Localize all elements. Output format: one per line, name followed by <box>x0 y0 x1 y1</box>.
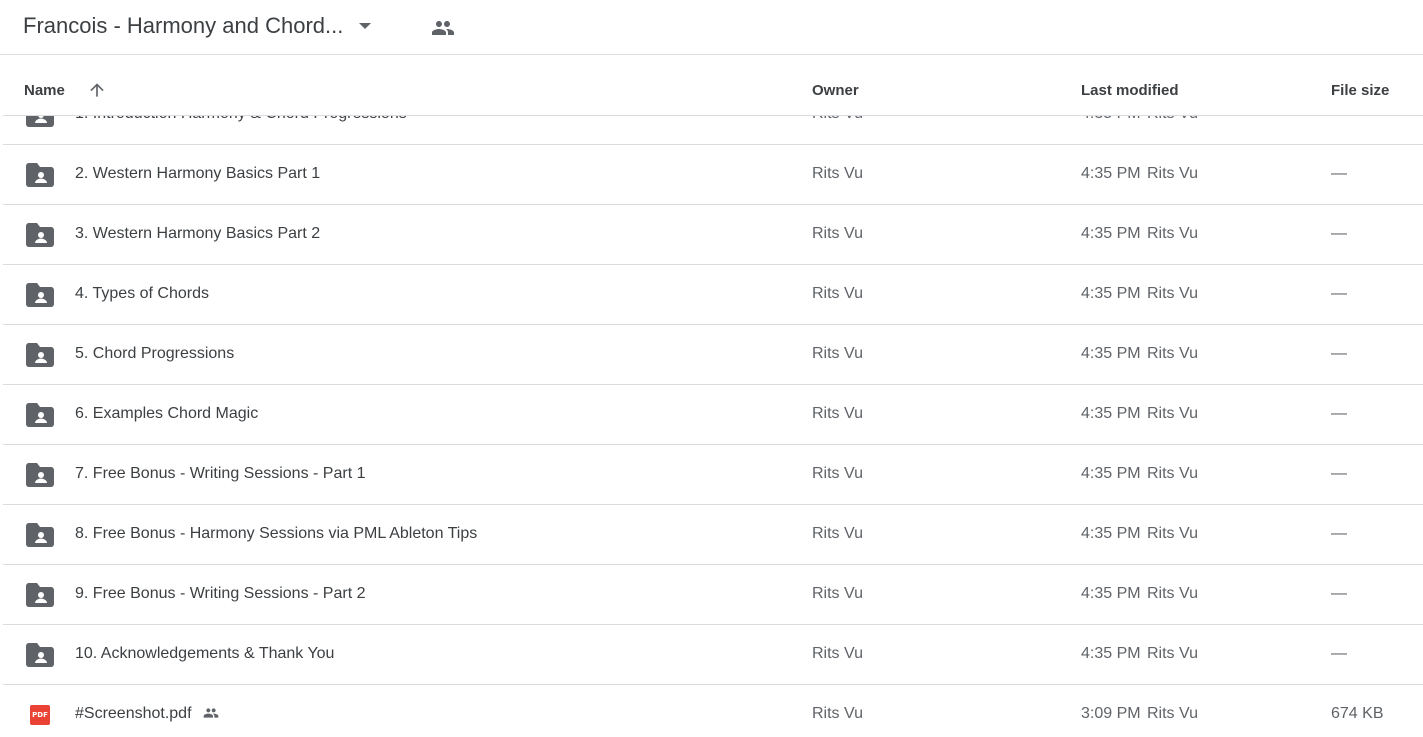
row-file-size: — <box>1331 285 1347 302</box>
table-row[interactable]: 9. Free Bonus - Writing Sessions - Part … <box>3 565 1423 625</box>
column-last-modified-header[interactable]: Last modified <box>1081 82 1179 99</box>
table-row[interactable]: 7. Free Bonus - Writing Sessions - Part … <box>3 445 1423 505</box>
shared-folder-icon <box>26 343 54 367</box>
row-owner: Rits Vu <box>812 465 863 482</box>
row-modified-time: 3:09 PM <box>1081 705 1141 722</box>
row-owner: Rits Vu <box>812 705 863 722</box>
row-modified-by: Rits Vu <box>1147 645 1198 662</box>
shared-folder-icon <box>26 403 54 427</box>
row-name[interactable]: 10. Acknowledgements & Thank You <box>75 645 334 663</box>
row-owner: Rits Vu <box>812 165 863 182</box>
table-row[interactable]: 3. Western Harmony Basics Part 2 Rits Vu 4… <box>3 205 1423 265</box>
row-name[interactable]: 2. Western Harmony Basics Part 1 <box>75 165 320 183</box>
row-name[interactable]: 5. Chord Progressions <box>75 345 234 363</box>
row-name[interactable]: 4. Types of Chords <box>75 285 209 303</box>
row-modified-time: 4:35 PM <box>1081 225 1141 242</box>
row-file-size: — <box>1331 585 1347 602</box>
row-name-text: 6. Examples Chord Magic <box>75 405 259 422</box>
row-file-size: — <box>1331 345 1347 362</box>
row-owner: Rits Vu <box>812 345 863 362</box>
row-name[interactable]: 8. Free Bonus - Harmony Sessions via PML… <box>75 525 477 543</box>
row-file-size: — <box>1331 645 1347 662</box>
pdf-icon: PDF <box>30 705 50 725</box>
row-modified-by: Rits Vu <box>1147 225 1198 242</box>
row-modified-time: 4:35 PM <box>1081 285 1141 302</box>
table-row[interactable]: 5. Chord Progressions Rits Vu 4:35 PM Rits … <box>3 325 1423 385</box>
row-modified-by: Rits Vu <box>1147 705 1198 722</box>
row-owner: Rits Vu <box>812 585 863 602</box>
people-icon <box>200 705 222 721</box>
top-bar: Francois - Harmony and Chord... <box>0 0 1423 55</box>
row-file-size: — <box>1331 465 1347 482</box>
row-modified-by: Rits Vu <box>1147 345 1198 362</box>
table-row[interactable]: 8. Free Bonus - Harmony Sessions via PML… <box>3 505 1423 565</box>
row-file-size: — <box>1331 225 1347 242</box>
table-row[interactable]: 6. Examples Chord Magic Rits Vu 4:35 PM Rit… <box>3 385 1423 445</box>
row-name[interactable]: 7. Free Bonus - Writing Sessions - Part … <box>75 465 365 483</box>
shared-folder-icon <box>26 583 54 607</box>
row-name-text: 5. Chord Progressions <box>75 345 235 362</box>
folder-title: Francois - Harmony and Chord... <box>23 13 344 38</box>
shared-folder-icon <box>26 283 54 307</box>
row-modified-by: Rits Vu <box>1147 525 1198 542</box>
table-row[interactable]: 2. Western Harmony Basics Part 1 Rits Vu 4… <box>3 145 1423 205</box>
row-owner: Rits Vu <box>812 285 863 302</box>
row-modified-by: Rits Vu <box>1147 165 1198 182</box>
row-name-text: 10. Acknowledgements & Thank You <box>75 645 335 662</box>
shared-folder-icon <box>26 223 54 247</box>
row-name[interactable]: 9. Free Bonus - Writing Sessions - Part … <box>75 585 365 603</box>
column-header-bar: Name Owner Last modified File size <box>3 56 1423 116</box>
row-name[interactable]: 3. Western Harmony Basics Part 2 <box>75 225 320 243</box>
caret-down-icon <box>359 23 372 29</box>
row-name-text: 8. Free Bonus - Harmony Sessions via PML… <box>75 525 478 542</box>
row-modified-time: 4:35 PM <box>1081 525 1141 542</box>
row-name-text: 4. Types of Chords <box>75 285 209 302</box>
row-modified-by: Rits Vu <box>1147 285 1198 302</box>
row-name[interactable]: 6. Examples Chord Magic <box>75 405 258 423</box>
shared-folder-icon <box>26 163 54 187</box>
row-modified-time: 4:35 PM <box>1081 465 1141 482</box>
column-file-size-header[interactable]: File size <box>1331 82 1389 99</box>
row-modified-time: 4:35 PM <box>1081 405 1141 422</box>
row-owner: Rits Vu <box>812 525 863 542</box>
row-owner: Rits Vu <box>812 645 863 662</box>
row-name-text: 7. Free Bonus - Writing Sessions - Part … <box>75 465 366 482</box>
row-modified-time: 4:35 PM <box>1081 645 1141 662</box>
row-modified-by: Rits Vu <box>1147 465 1198 482</box>
arrow-up-icon[interactable] <box>87 80 107 100</box>
people-icon[interactable] <box>431 16 455 40</box>
row-modified-time: 4:35 PM <box>1081 165 1141 182</box>
column-owner-header[interactable]: Owner <box>812 82 859 99</box>
folder-title-dropdown[interactable]: Francois - Harmony and Chord... <box>23 10 372 42</box>
row-name-text: 9. Free Bonus - Writing Sessions - Part … <box>75 585 366 602</box>
column-name-header[interactable]: Name <box>24 82 65 99</box>
table-row[interactable]: PDF #Screenshot.pdf Rits Vu 3:09 PM Rits Vu 6… <box>3 685 1423 737</box>
shared-folder-icon <box>26 523 54 547</box>
row-name-text: #Screenshot.pdf <box>75 705 192 722</box>
file-list: 1. Introduction Harmony & Chord Progress… <box>3 85 1423 737</box>
row-file-size: — <box>1331 405 1347 422</box>
table-row[interactable]: 10. Acknowledgements & Thank You Rits Vu 4… <box>3 625 1423 685</box>
shared-folder-icon <box>26 643 54 667</box>
row-modified-by: Rits Vu <box>1147 585 1198 602</box>
row-modified-time: 4:35 PM <box>1081 585 1141 602</box>
row-name[interactable]: #Screenshot.pdf <box>75 705 222 723</box>
row-name-text: 2. Western Harmony Basics Part 1 <box>75 165 321 182</box>
row-file-size: — <box>1331 525 1347 542</box>
row-owner: Rits Vu <box>812 405 863 422</box>
row-modified-by: Rits Vu <box>1147 405 1198 422</box>
table-row[interactable]: 4. Types of Chords Rits Vu 4:35 PM Rits Vu — <box>3 265 1423 325</box>
row-name-text: 3. Western Harmony Basics Part 2 <box>75 225 321 242</box>
row-modified-time: 4:35 PM <box>1081 345 1141 362</box>
shared-folder-icon <box>26 463 54 487</box>
row-owner: Rits Vu <box>812 225 863 242</box>
row-file-size: — <box>1331 165 1347 182</box>
row-file-size: 674 KB <box>1331 705 1384 722</box>
